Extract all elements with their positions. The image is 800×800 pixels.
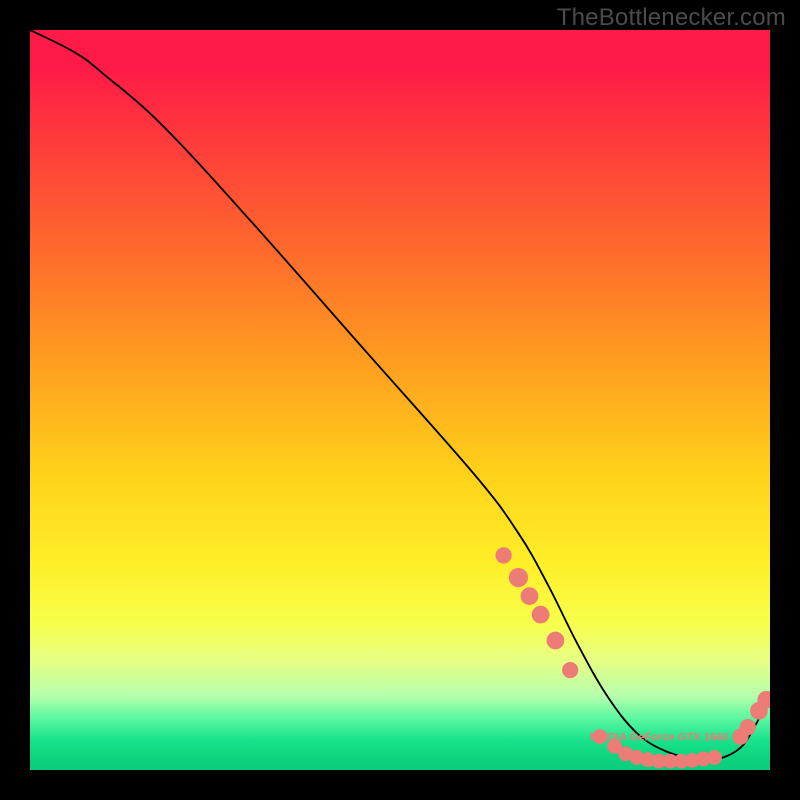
data-marker [509, 568, 528, 587]
watermark-text: TheBottlenecker.com [557, 4, 786, 32]
data-marker [547, 632, 565, 650]
chart-frame: TheBottlenecker.com NVIDIA GeForce GTX 1… [0, 0, 800, 800]
plot-area: NVIDIA GeForce GTX 1660 [30, 30, 770, 770]
data-marker [495, 547, 511, 563]
data-marker [532, 606, 550, 624]
data-marker [740, 719, 756, 735]
data-marker [521, 587, 539, 605]
chart-svg: NVIDIA GeForce GTX 1660 [30, 30, 770, 770]
data-marker [562, 662, 578, 678]
data-marker [707, 750, 722, 765]
bottleneck-curve [30, 30, 770, 760]
chart-annotation: NVIDIA GeForce GTX 1660 [590, 731, 729, 743]
